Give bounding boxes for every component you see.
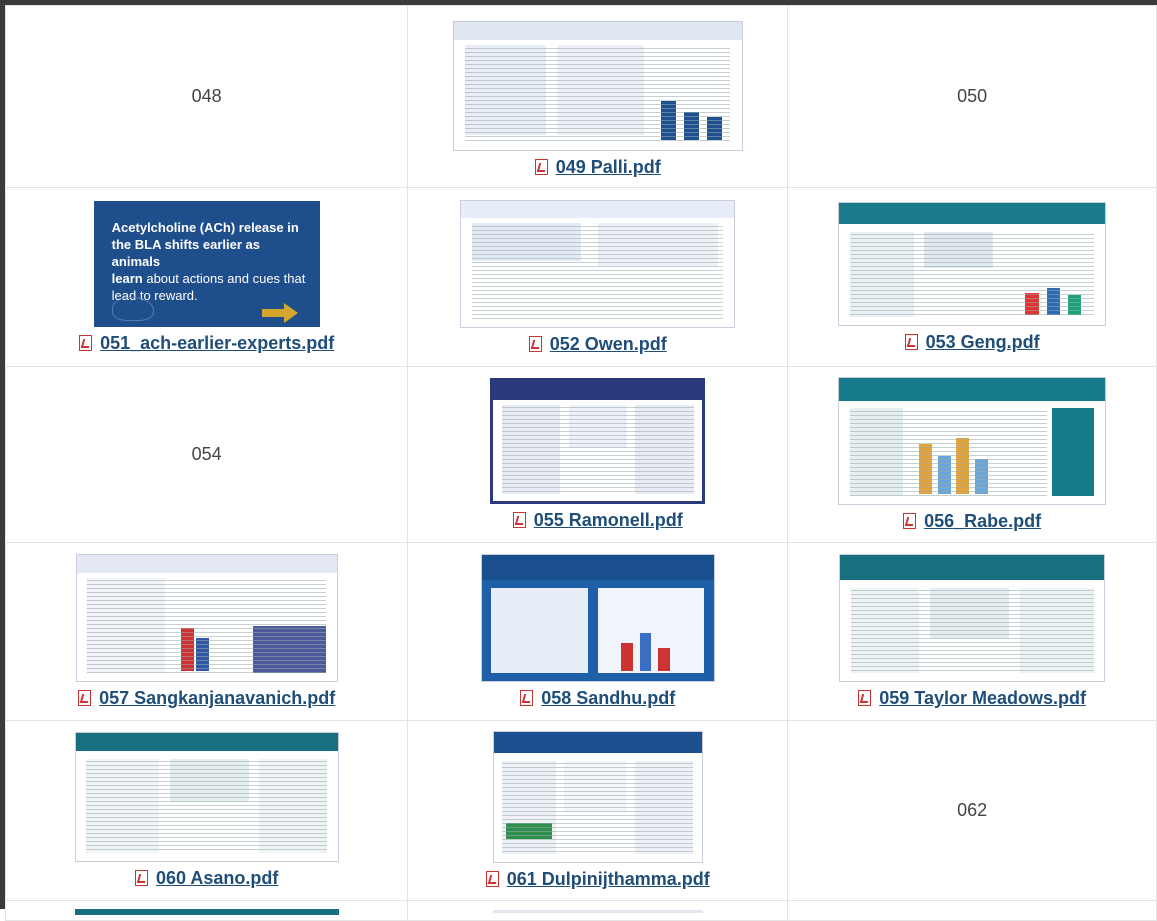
- grid-cell: 054: [4, 366, 409, 543]
- poster-thumbnail[interactable]: [75, 554, 338, 682]
- pdf-icon: [78, 690, 92, 706]
- banner-line: learn about actions and cues that: [112, 270, 306, 287]
- pdf-icon: [534, 159, 548, 175]
- pdf-link[interactable]: 061 Dulpinijthamma.pdf: [507, 869, 710, 889]
- grid-cell: 052 Owen.pdf: [407, 187, 789, 367]
- pdf-link[interactable]: 049 Palli.pdf: [556, 157, 661, 177]
- pdf-icon: [485, 871, 499, 887]
- grid-cell: 058 Sandhu.pdf: [407, 542, 789, 721]
- pdf-link[interactable]: 052 Owen.pdf: [550, 334, 667, 354]
- poster-thumbnail[interactable]: Acetylcholine (ACh) release in the BLA s…: [93, 200, 320, 327]
- poster-thumbnail[interactable]: [838, 377, 1107, 505]
- grid-cell: 056_Rabe.pdf: [787, 366, 1157, 543]
- pdf-link[interactable]: 051_ach-earlier-experts.pdf: [100, 333, 334, 353]
- pdf-link[interactable]: 058 Sandhu.pdf: [541, 688, 675, 708]
- grid-cell: [787, 900, 1157, 921]
- grid-row: 057 Sangkanjanavanich.pdf 058 Sandhu.pdf: [4, 542, 1157, 721]
- pdf-icon: [79, 334, 93, 351]
- poster-thumbnail[interactable]: [839, 554, 1106, 682]
- poster-number: 062: [957, 800, 988, 820]
- grid-cell: 055 Ramonell.pdf: [407, 366, 789, 543]
- pdf-icon: [903, 513, 917, 529]
- grid-cell: 053 Geng.pdf: [787, 187, 1157, 367]
- poster-thumbnail[interactable]: [74, 732, 339, 862]
- poster-number: 048: [191, 86, 222, 106]
- grid-row: 048 049 Palli.pdf 050: [4, 5, 1157, 188]
- poster-thumbnail[interactable]: [838, 201, 1107, 326]
- grid-cell: [407, 900, 789, 921]
- pdf-icon: [904, 333, 918, 350]
- grid-cell: 060 Asano.pdf: [4, 720, 409, 901]
- grid-cell: 048: [4, 5, 409, 188]
- pdf-icon: [528, 335, 542, 352]
- pdf-icon: [520, 690, 534, 706]
- grid-cell: 049 Palli.pdf: [407, 5, 789, 188]
- pdf-icon: [858, 690, 872, 706]
- pdf-icon: [134, 870, 148, 886]
- banner-text: Acetylcholine (ACh) release in the BLA s…: [112, 219, 306, 304]
- grid-cell: 057 Sangkanjanavanich.pdf: [4, 542, 409, 721]
- grid-cell: 061 Dulpinijthamma.pdf: [407, 720, 789, 901]
- poster-number: 054: [191, 444, 222, 464]
- grid-cell: 050: [787, 5, 1157, 188]
- poster-thumbnail[interactable]: [480, 554, 715, 682]
- grid-cell: 059 Taylor Meadows.pdf: [787, 542, 1157, 721]
- banner-line: Acetylcholine (ACh) release in: [111, 219, 299, 235]
- banner-line-rest: about actions and cues that: [142, 270, 306, 286]
- grid-row: [4, 900, 1157, 921]
- grid-cell: [4, 900, 409, 921]
- grid-row: Acetylcholine (ACh) release in the BLA s…: [4, 187, 1157, 367]
- poster-number: 050: [957, 86, 988, 106]
- pdf-link[interactable]: 055 Ramonell.pdf: [534, 510, 683, 530]
- poster-thumbnail[interactable]: [460, 199, 736, 328]
- grid-row: 060 Asano.pdf 061 Dulpinijthamma.pdf 062: [4, 720, 1157, 901]
- poster-thumbnail[interactable]: [492, 731, 703, 863]
- banner-line: the BLA shifts earlier as animals: [111, 236, 261, 269]
- pdf-link[interactable]: 053 Geng.pdf: [926, 332, 1040, 352]
- banner-emphasis: learn: [111, 270, 143, 286]
- pdf-link[interactable]: 057 Sangkanjanavanich.pdf: [99, 688, 335, 708]
- poster-thumbnail[interactable]: [452, 21, 743, 151]
- mouse-illustration-icon: [111, 296, 154, 321]
- pdf-link[interactable]: 059 Taylor Meadows.pdf: [879, 688, 1086, 708]
- grid-cell: 062: [787, 720, 1157, 901]
- poster-thumbnail[interactable]: [490, 378, 706, 504]
- pdf-icon: [512, 512, 526, 528]
- grid-row: 054 055 Ramonell.pdf 056_Rabe.pdf: [4, 366, 1157, 543]
- pdf-link[interactable]: 056_Rabe.pdf: [924, 511, 1041, 531]
- grid-cell: Acetylcholine (ACh) release in the BLA s…: [4, 187, 409, 367]
- pdf-link[interactable]: 060 Asano.pdf: [156, 868, 278, 888]
- poster-grid: 048 049 Palli.pdf 050 Acetylcholine (ACh…: [4, 5, 1157, 921]
